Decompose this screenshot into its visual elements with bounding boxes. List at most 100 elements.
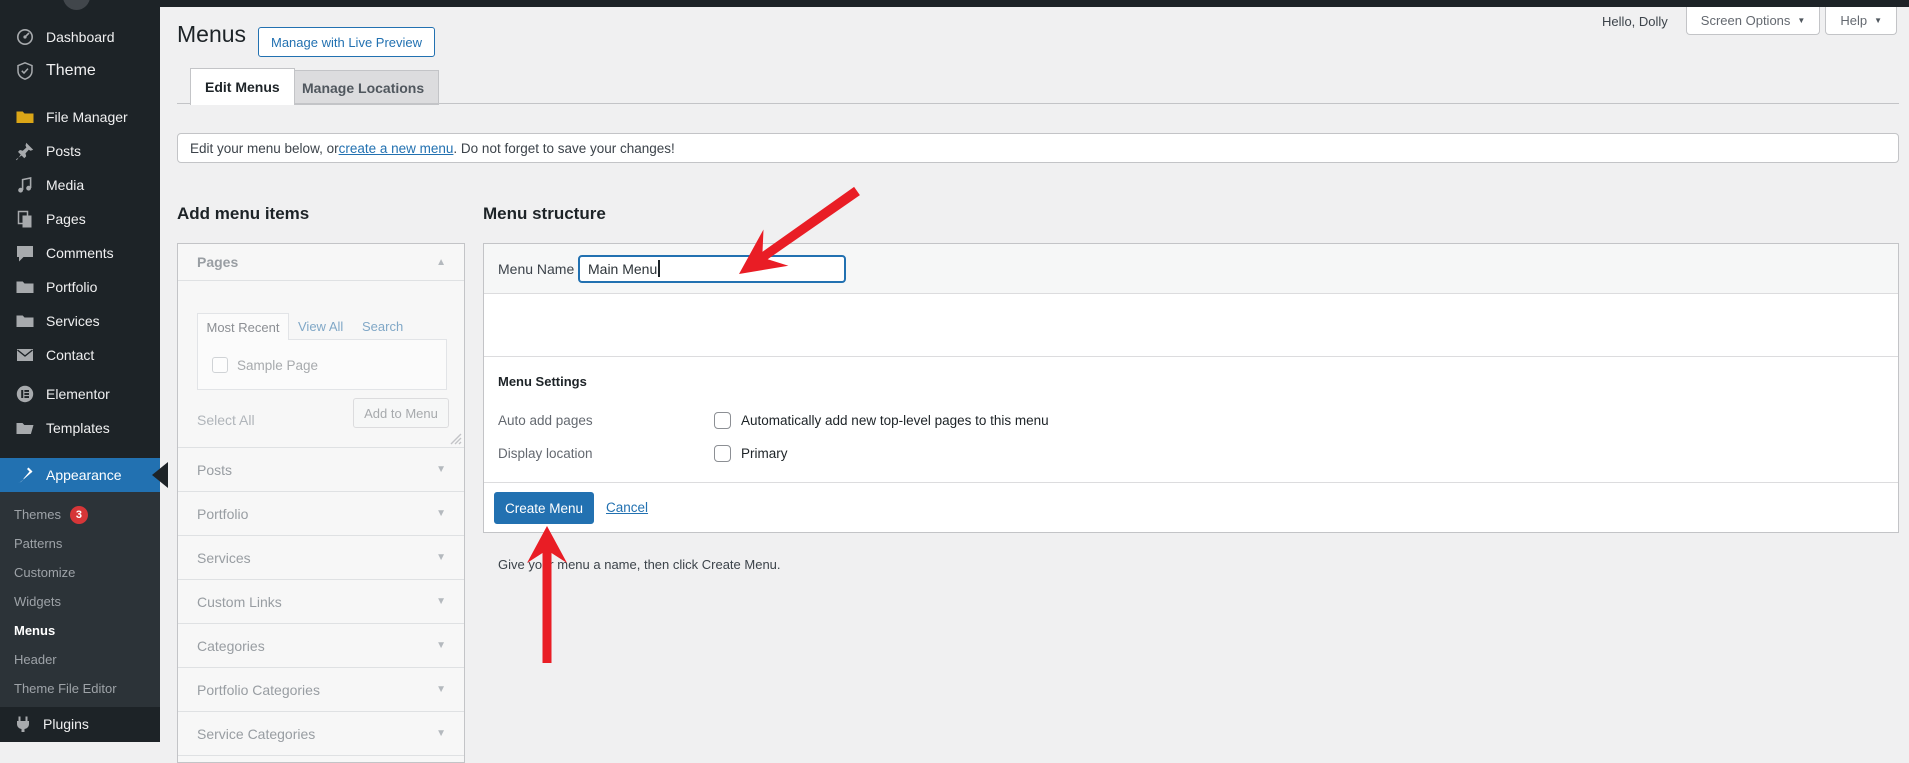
sidebar-item-label: Media xyxy=(46,177,84,193)
sidebar-item[interactable]: Posts xyxy=(0,134,160,168)
sidebar-item-icon xyxy=(15,27,35,47)
sidebar-item[interactable]: Media xyxy=(0,168,160,202)
chevron-down-icon: ▼ xyxy=(436,464,446,475)
sidebar-item[interactable]: File Manager xyxy=(0,100,160,134)
sidebar-item-label: Elementor xyxy=(46,386,110,402)
sidebar-item-label: Dashboard xyxy=(46,29,115,45)
sidebar-menu: Dashboard Theme File Manager Posts Media… xyxy=(0,0,160,445)
sidebar-item-label: Services xyxy=(46,313,100,329)
tab-view-all[interactable]: View All xyxy=(298,313,343,340)
sample-page-checkbox[interactable] xyxy=(212,357,228,373)
accordion-section[interactable]: Posts ▼ xyxy=(178,448,464,492)
appearance-submenu: Themes 3 Patterns Customize Widgets Menu… xyxy=(0,492,160,707)
sidebar-item-icon xyxy=(15,175,35,195)
submenu-item[interactable]: Customize xyxy=(0,558,160,587)
manage-live-preview-button[interactable]: Manage with Live Preview xyxy=(258,27,435,57)
user-greeting-link[interactable]: Hello, Dolly xyxy=(1602,14,1668,29)
sidebar-item[interactable]: Comments xyxy=(0,236,160,270)
sidebar-item-icon xyxy=(15,209,35,229)
sidebar-item-label: Pages xyxy=(46,211,86,227)
sidebar-item[interactable]: Theme xyxy=(0,54,160,88)
help-label: Help xyxy=(1840,13,1867,28)
accordion-section[interactable]: Portfolio Categories ▼ xyxy=(178,668,464,712)
sidebar-item-label: File Manager xyxy=(46,109,128,125)
menu-structure-panel: Menu Name Main Menu Give your menu a nam… xyxy=(483,243,1899,533)
sidebar-item-icon xyxy=(15,107,35,127)
submenu-item-label: Patterns xyxy=(14,536,62,551)
sidebar-item[interactable]: Pages xyxy=(0,202,160,236)
cancel-link[interactable]: Cancel xyxy=(606,500,648,515)
primary-location-checkbox[interactable] xyxy=(714,445,731,462)
chevron-down-icon: ▼ xyxy=(436,640,446,651)
accordion-section-label: Portfolio Categories xyxy=(197,682,320,698)
sidebar-item[interactable]: Templates xyxy=(0,411,160,445)
chevron-down-icon: ▼ xyxy=(1797,16,1805,25)
sidebar-item[interactable]: Elementor xyxy=(0,377,160,411)
sidebar-item[interactable]: Portfolio xyxy=(0,270,160,304)
chevron-down-icon: ▼ xyxy=(436,508,446,519)
sidebar-item-plugins[interactable]: Plugins xyxy=(0,707,160,741)
submenu-item[interactable]: Themes 3 xyxy=(0,500,160,529)
sidebar-item-label: Plugins xyxy=(43,716,89,732)
submenu-item[interactable]: Header xyxy=(0,645,160,674)
chevron-down-icon: ▼ xyxy=(436,728,446,739)
submenu-item-label: Customize xyxy=(14,565,75,580)
accordion-section[interactable]: Categories ▼ xyxy=(178,624,464,668)
notice-text: . Do not forget to save your changes! xyxy=(453,141,674,156)
submenu-item[interactable]: Menus xyxy=(0,616,160,645)
menu-settings-heading: Menu Settings xyxy=(498,374,587,389)
accordion-section[interactable]: Service Categories ▼ xyxy=(178,712,464,756)
sidebar-item[interactable]: Services xyxy=(0,304,160,338)
sidebar-item-label: Templates xyxy=(46,420,110,436)
screen-meta-links: Hello, Dolly Screen Options ▼ Help ▼ xyxy=(1602,7,1897,35)
create-new-menu-link[interactable]: create a new menu xyxy=(339,141,454,156)
chevron-down-icon: ▼ xyxy=(436,596,446,607)
menu-name-row: Menu Name Main Menu xyxy=(484,244,1898,294)
tab-manage-locations[interactable]: Manage Locations xyxy=(287,70,439,105)
display-location-row: Display location Primary xyxy=(498,445,1884,462)
accordion-section[interactable]: Custom Links ▼ xyxy=(178,580,464,624)
sidebar-item-icon xyxy=(15,418,35,438)
accordion-section-label: Categories xyxy=(197,638,265,654)
menu-name-input[interactable]: Main Menu xyxy=(578,255,846,283)
add-menu-items-heading: Add menu items xyxy=(177,204,309,224)
accordion-section-pages[interactable]: Pages ▲ xyxy=(178,244,464,281)
submenu-item[interactable]: Patterns xyxy=(0,529,160,558)
submenu-item-label: Theme File Editor xyxy=(14,681,117,696)
sidebar-item-label: Posts xyxy=(46,143,81,159)
sidebar-item[interactable]: Dashboard xyxy=(0,20,160,54)
accordion-section-label: Posts xyxy=(197,462,232,478)
most-recent-pages-list: Sample Page xyxy=(197,339,447,390)
chevron-down-icon: ▼ xyxy=(436,684,446,695)
sidebar-item-label: Contact xyxy=(46,347,94,363)
admin-bar-strip xyxy=(0,0,1909,7)
submenu-item[interactable]: Theme File Editor xyxy=(0,674,160,703)
tab-underline xyxy=(177,103,1899,104)
accordion-section[interactable]: Portfolio ▼ xyxy=(178,492,464,536)
menu-name-label: Menu Name xyxy=(498,261,578,277)
accordion-section[interactable]: Services ▼ xyxy=(178,536,464,580)
page-title: Menus xyxy=(177,21,246,48)
accordion-section-label: Pages xyxy=(197,254,238,270)
resize-handle[interactable] xyxy=(446,429,462,445)
sidebar-item[interactable]: Contact xyxy=(0,338,160,372)
tab-search[interactable]: Search xyxy=(362,313,403,340)
plug-icon xyxy=(13,714,33,734)
notice-banner: Edit your menu below, or create a new me… xyxy=(177,133,1899,163)
add-to-menu-button[interactable]: Add to Menu xyxy=(353,398,449,428)
sidebar-item-label: Appearance xyxy=(46,467,122,483)
sidebar-item-appearance[interactable]: Appearance xyxy=(0,458,160,492)
menu-name-value: Main Menu xyxy=(588,261,657,277)
sidebar-item-icon xyxy=(15,61,35,81)
screen-options-button[interactable]: Screen Options ▼ xyxy=(1686,7,1821,35)
create-menu-button[interactable]: Create Menu xyxy=(494,492,594,524)
submenu-item-label: Menus xyxy=(14,623,55,638)
tab-most-recent[interactable]: Most Recent xyxy=(197,313,289,340)
auto-add-pages-checkbox[interactable] xyxy=(714,412,731,429)
list-item: Sample Page xyxy=(212,357,318,373)
select-all-link[interactable]: Select All xyxy=(197,412,255,428)
submenu-item[interactable]: Widgets xyxy=(0,587,160,616)
tab-edit-menus[interactable]: Edit Menus xyxy=(190,68,295,105)
chevron-down-icon: ▼ xyxy=(436,552,446,563)
help-button[interactable]: Help ▼ xyxy=(1825,7,1897,35)
